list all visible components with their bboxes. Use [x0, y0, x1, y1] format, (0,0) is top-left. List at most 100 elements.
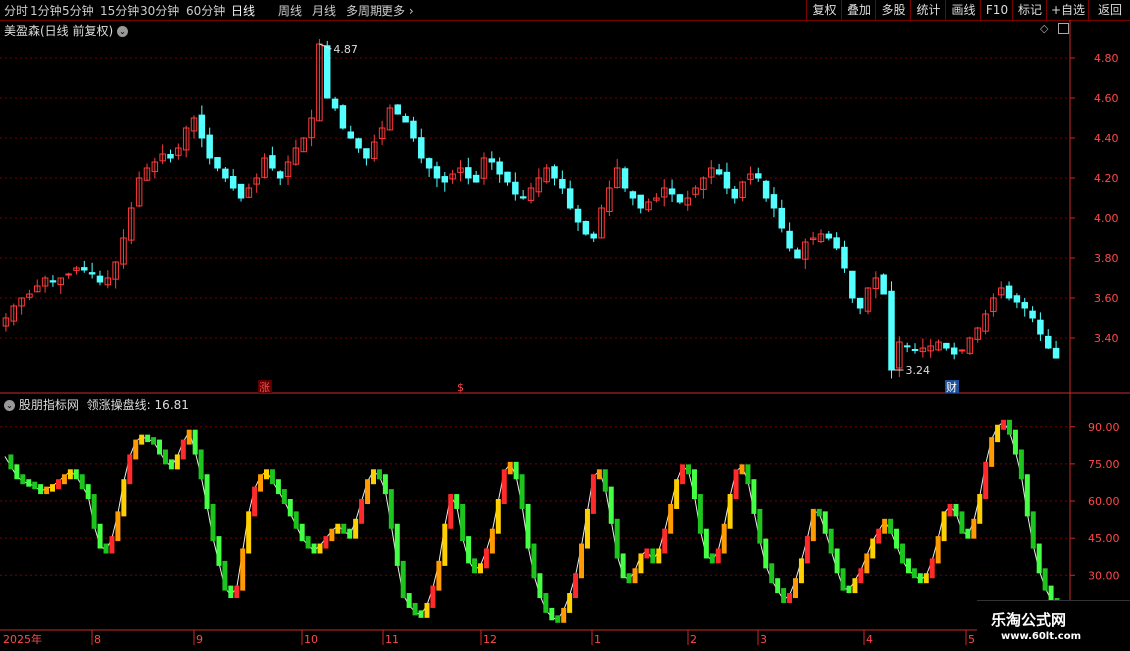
indicator-segment	[608, 486, 614, 524]
month-label: 11	[385, 633, 399, 646]
indicator-segment	[953, 503, 959, 517]
candle-body	[770, 194, 778, 209]
indicator-segment	[697, 494, 703, 534]
candle-body	[911, 348, 919, 351]
indicator-segment	[198, 449, 204, 480]
indicator-segment	[382, 474, 388, 495]
indicator-segment	[365, 479, 371, 504]
indicator-segment	[186, 429, 192, 445]
candle-body	[49, 280, 57, 283]
candle-body	[903, 345, 911, 348]
indicator-segment	[103, 543, 109, 554]
indicator-segment	[810, 508, 816, 542]
indicator-segment	[67, 469, 73, 480]
indicator-segment	[1030, 511, 1036, 549]
price-tick-label: 4.80	[1094, 52, 1119, 65]
indicator-segment	[210, 503, 216, 542]
indicator-segment	[775, 578, 781, 594]
indicator-segment	[579, 543, 585, 579]
indicator-segment	[1018, 449, 1024, 480]
indicator-segment	[388, 489, 394, 529]
indicator-segment	[751, 479, 757, 514]
indicator-segment	[614, 518, 620, 559]
candle-body	[512, 181, 519, 195]
indicator-segment	[97, 523, 103, 549]
indicator-segment	[1001, 419, 1007, 430]
indicator-segment	[971, 518, 977, 539]
indicator-segment	[721, 523, 727, 554]
indicator-segment	[905, 558, 911, 574]
candle-body	[723, 171, 731, 189]
price-tick-label: 4.40	[1094, 132, 1119, 145]
indicator-segment	[264, 469, 269, 480]
indicator-segment	[739, 464, 745, 475]
candle-body	[715, 169, 723, 175]
indicator-segment	[787, 593, 793, 603]
indicator-segment	[923, 573, 929, 584]
candle-body	[582, 220, 590, 235]
indicator-segment	[674, 479, 680, 509]
indicator-segment	[145, 434, 151, 443]
indicator-segment	[347, 528, 353, 539]
indicator-segment	[317, 543, 323, 554]
indicator-segment	[959, 511, 965, 534]
candle-body	[825, 233, 833, 239]
high-label: 4.87	[333, 43, 358, 56]
candle-body	[778, 207, 786, 229]
candle-body	[441, 176, 449, 183]
indicator-segment	[79, 474, 85, 490]
indicator-segment	[650, 548, 656, 564]
indicator-segment	[715, 548, 721, 564]
indicator-segment	[573, 573, 579, 599]
indicator-segment	[763, 538, 769, 569]
candle-body	[1013, 295, 1021, 303]
candle-body	[410, 120, 417, 139]
stock-chart[interactable]: 3.40 3.60 3.80 4.00 4.20 4.40 4.60 4.80 30.00 45.…	[0, 0, 1130, 650]
indicator-segment	[454, 494, 460, 509]
indicator-segment	[85, 484, 91, 500]
indicator-segment	[899, 543, 905, 564]
indicator-segment	[180, 439, 186, 460]
indicator-segment	[151, 437, 157, 445]
indicator-segment	[157, 439, 163, 455]
candle-body	[167, 153, 174, 159]
indicator-segment	[519, 474, 525, 509]
candle-body	[222, 168, 229, 179]
candle-body	[833, 237, 840, 249]
indicator-segment	[733, 469, 739, 500]
candle-body	[1005, 285, 1013, 299]
price-tick-label: 4.00	[1094, 212, 1119, 225]
candle-body	[629, 191, 637, 199]
indicator-segment	[376, 469, 382, 480]
indicator-segment	[287, 499, 293, 517]
indicator-segment	[400, 560, 406, 599]
indicator-segment	[8, 454, 14, 470]
indicator-segment	[91, 494, 97, 529]
candle-body	[637, 194, 644, 209]
candle-body	[339, 105, 347, 129]
indicator-segment	[73, 469, 79, 480]
month-label: 4	[866, 633, 873, 646]
candle-body	[841, 246, 848, 269]
indicator-segment	[567, 593, 573, 613]
indicator-segment	[537, 573, 543, 599]
candle-body	[269, 155, 276, 169]
indicator-segment	[561, 607, 567, 623]
indicator-segment	[477, 563, 483, 574]
indicator-segment	[394, 523, 400, 566]
candle-body	[504, 171, 511, 183]
indicator-segment	[442, 523, 448, 566]
candle-body	[676, 194, 684, 203]
indicator-segment	[436, 560, 442, 591]
indicator-segment	[1006, 419, 1012, 435]
indicator-segment	[816, 508, 822, 517]
price-tick-label: 3.80	[1094, 252, 1119, 265]
candle-body	[943, 342, 950, 349]
indicator-segment	[656, 548, 662, 564]
indicator-segment	[501, 469, 507, 504]
indicator-segment	[448, 494, 454, 529]
indicator-segment	[240, 548, 246, 591]
candle-body	[488, 158, 496, 163]
candle-body	[551, 166, 558, 179]
indicator-segment	[549, 607, 555, 621]
